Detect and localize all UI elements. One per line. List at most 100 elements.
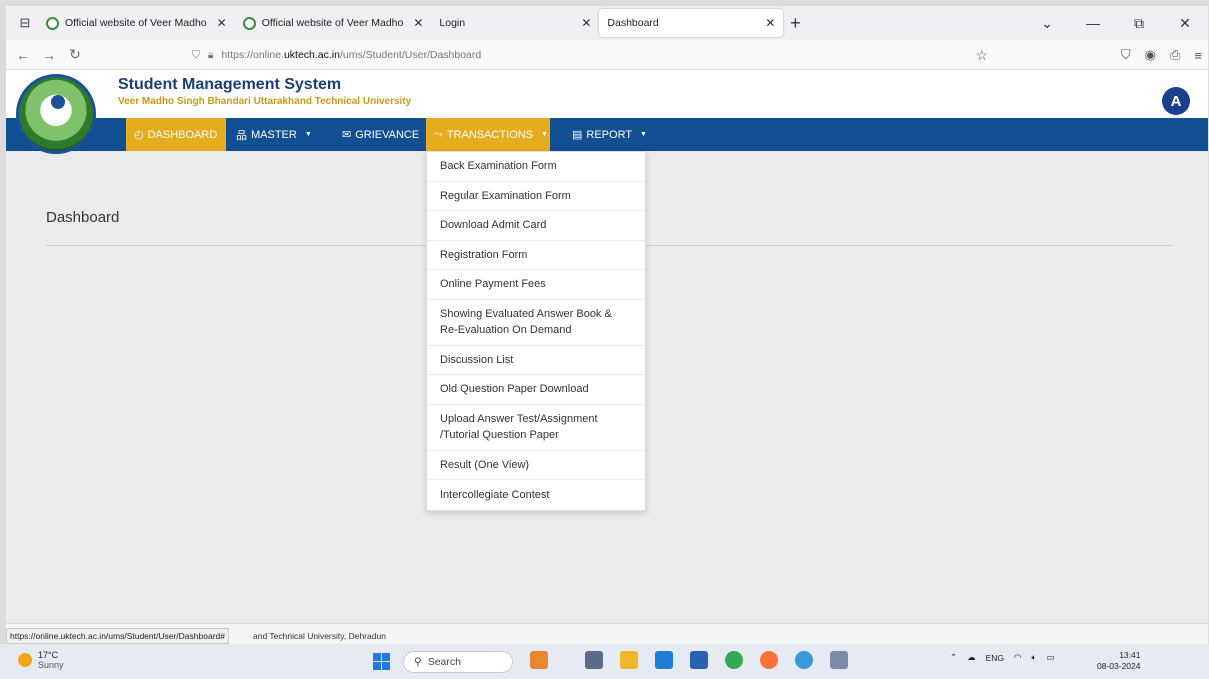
address-bar[interactable]: ⛉ 🔒︎ https://online.uktech.ac.in/ums/Stu… — [192, 43, 1002, 67]
menu-label: DASHBOARD — [147, 128, 218, 141]
menu-item-regular-examination-form[interactable]: Regular Examination Form — [427, 182, 645, 211]
tab-dashboard[interactable]: Dashboard ✕ — [599, 9, 784, 37]
envelope-icon: ✉ — [342, 129, 352, 141]
site-favicon-icon — [242, 16, 256, 30]
menu-grievance[interactable]: ✉ GRIEVANCE — [334, 118, 427, 151]
close-tab-icon[interactable]: ✕ — [217, 16, 227, 30]
menu-item-evaluated-answer-book[interactable]: Showing Evaluated Answer Book & Re-Evalu… — [427, 300, 645, 346]
close-tab-icon[interactable]: ✕ — [765, 16, 775, 30]
battery-icon[interactable]: ▭ — [1047, 652, 1055, 663]
account-icon[interactable]: ◉ — [1145, 47, 1156, 63]
search-placeholder: Search — [427, 656, 461, 668]
temperature: 17°C — [38, 650, 59, 660]
word-icon[interactable] — [690, 651, 708, 669]
restore-icon[interactable]: ⧉ — [1116, 15, 1162, 32]
menu-report[interactable]: ▤ REPORT ▼ — [564, 118, 655, 151]
browser-window: ⊟ Official website of Veer Madho ✕ Offic… — [6, 6, 1208, 679]
taskbar-clock[interactable]: 13:41 08-03-2024 — [1097, 650, 1140, 672]
date: 08-03-2024 — [1097, 661, 1141, 671]
reload-icon[interactable]: ↻ — [62, 46, 88, 63]
file-explorer-icon[interactable] — [620, 651, 638, 669]
app-subtitle: Veer Madho Singh Bhandari Uttarakhand Te… — [118, 96, 412, 107]
tab-official-website-1[interactable]: Official website of Veer Madho ✕ — [38, 9, 235, 37]
chevron-down-icon[interactable]: ⌄ — [1024, 15, 1070, 32]
menu-label: TRANSACTIONS — [446, 128, 533, 141]
chevron-up-icon[interactable]: ⌃ — [950, 652, 957, 663]
tab-label: Dashboard — [607, 17, 659, 29]
sitemap-icon: 品 — [236, 129, 247, 142]
menu-item-result-one-view[interactable]: Result (One View) — [427, 451, 645, 480]
tab-label: Login — [439, 17, 466, 29]
cloud-icon[interactable]: ☁ — [967, 652, 976, 663]
taskbar-app-icon[interactable] — [530, 651, 548, 669]
menu-item-registration-form[interactable]: Registration Form — [427, 241, 645, 270]
caret-down-icon: ▼ — [304, 131, 312, 138]
url-text: https://online.uktech.ac.in/ums/Student/… — [221, 49, 482, 61]
windows-start-icon[interactable] — [373, 653, 390, 670]
tab-login[interactable]: Login ✕ — [431, 9, 599, 37]
menu-label: REPORT — [586, 128, 633, 141]
caret-down-icon: ▼ — [541, 131, 548, 138]
user-avatar[interactable]: A — [1162, 87, 1190, 115]
site-favicon-icon — [46, 16, 59, 30]
page-title: Dashboard — [46, 209, 120, 226]
firefox-icon[interactable] — [760, 651, 778, 669]
new-tab-icon[interactable]: + — [783, 13, 807, 34]
wifi-icon[interactable]: ◠ — [1014, 652, 1021, 663]
status-url: https://online.uktech.ac.in/ums/Student/… — [6, 628, 229, 644]
menu-transactions[interactable]: ⤳ TRANSACTIONS ▼ — [426, 118, 550, 151]
footer-text: and Technical University, Dehradun — [253, 631, 386, 641]
shield-icon: ⛉ — [192, 48, 200, 61]
menu-master[interactable]: 品 MASTER ▼ — [228, 118, 320, 151]
transactions-dropdown: Back Examination Form Regular Examinatio… — [426, 151, 646, 511]
volume-icon[interactable]: 🔈︎ — [1031, 652, 1036, 663]
menu-item-intercollegiate-contest[interactable]: Intercollegiate Contest — [427, 480, 645, 510]
pocket-icon[interactable]: ⛉ — [1121, 47, 1131, 63]
edge-icon[interactable] — [795, 651, 813, 669]
bookmark-star-icon[interactable]: ☆ — [975, 47, 988, 64]
menu-item-back-examination-form[interactable]: Back Examination Form — [427, 152, 645, 182]
tab-bar: ⊟ Official website of Veer Madho ✕ Offic… — [6, 6, 1208, 40]
tab-list-icon[interactable]: ⊟ — [12, 10, 38, 36]
navigation-bar: ← → ↻ ⛉ 🔒︎ https://online.uktech.ac.in/u… — [6, 40, 1208, 70]
menu-label: MASTER — [251, 128, 297, 141]
close-tab-icon[interactable]: ✕ — [413, 16, 423, 30]
tab-label: Official website of Veer Madho — [261, 17, 404, 29]
teams-icon[interactable] — [655, 651, 673, 669]
taskbar-search[interactable]: ⚲ Search — [403, 651, 513, 673]
menu-item-old-question-paper[interactable]: Old Question Paper Download — [427, 375, 645, 405]
menu-item-download-admit-card[interactable]: Download Admit Card — [427, 211, 645, 241]
trend-icon: ⤳ — [434, 128, 443, 140]
back-icon[interactable]: ← — [10, 47, 36, 63]
weather-condition: Sunny — [38, 660, 64, 670]
taskview-icon[interactable] — [585, 651, 603, 669]
menu-item-discussion-list[interactable]: Discussion List — [427, 346, 645, 375]
menu-item-upload-answer-test[interactable]: Upload Answer Test/Assignment /Tutorial … — [427, 405, 645, 451]
weather-widget[interactable]: 17°C Sunny — [18, 650, 64, 670]
tab-label: Official website of Veer Madho — [65, 17, 207, 29]
menu-dashboard[interactable]: ◴ DASHBOARD — [126, 118, 226, 151]
close-window-icon[interactable]: ✕ — [1162, 15, 1208, 32]
forward-icon[interactable]: → — [36, 47, 62, 63]
app-icon[interactable] — [830, 651, 848, 669]
university-logo — [16, 74, 96, 154]
menu-icon[interactable]: ≡ — [1194, 48, 1202, 63]
lock-icon: 🔒︎ — [207, 48, 214, 61]
dashboard-icon: ◴ — [134, 129, 144, 141]
close-tab-icon[interactable]: ✕ — [581, 16, 591, 30]
toolbar-icons: ⛉ ◉ ⎙ ≡ — [1121, 40, 1202, 70]
sun-icon — [18, 653, 32, 667]
caret-down-icon: ▼ — [640, 131, 647, 138]
app-title: Student Management System — [118, 76, 342, 93]
minimize-icon[interactable]: — — [1070, 15, 1116, 31]
extensions-icon[interactable]: ⎙ — [1170, 47, 1180, 63]
system-tray: ⌃ ☁ ENG ◠ 🔈︎ ▭ — [950, 652, 1055, 663]
window-controls: ⌄ — ⧉ ✕ — [1024, 6, 1208, 40]
chrome-icon[interactable] — [725, 651, 743, 669]
language-indicator[interactable]: ENG — [986, 653, 1004, 663]
report-icon: ▤ — [572, 129, 583, 141]
menu-item-online-payment-fees[interactable]: Online Payment Fees — [427, 270, 645, 300]
tab-official-website-2[interactable]: Official website of Veer Madho ✕ — [235, 9, 432, 37]
search-icon: ⚲ — [414, 656, 422, 668]
time: 13:41 — [1119, 650, 1141, 660]
